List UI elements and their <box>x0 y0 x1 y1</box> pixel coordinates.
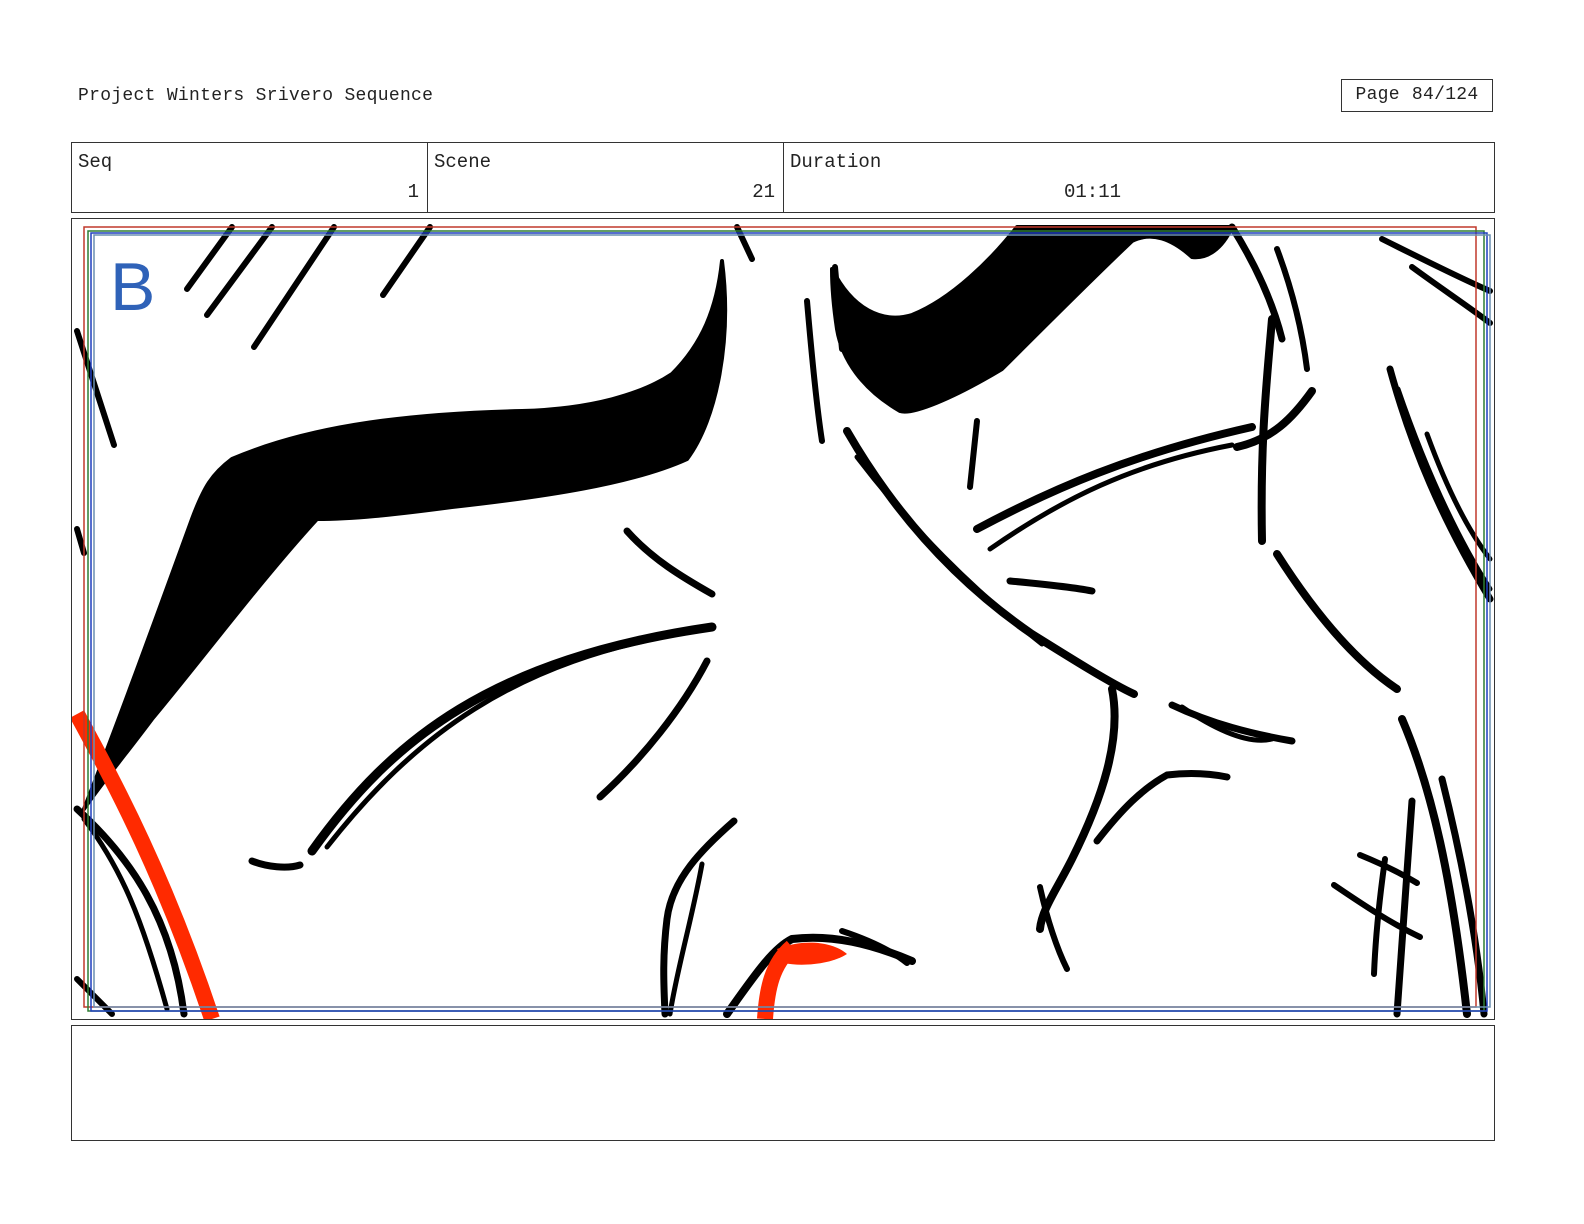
hatch-strokes <box>184 224 755 350</box>
seq-value: 1 <box>407 181 419 203</box>
seq-cell: Seq 1 <box>72 143 428 212</box>
scene-cell: Scene 21 <box>428 143 784 212</box>
red-accent-strokes <box>72 710 798 1019</box>
panel-letter: B <box>110 249 156 325</box>
duration-label: Duration <box>790 151 882 173</box>
scene-value: 21 <box>752 181 775 203</box>
notes-box[interactable] <box>71 1025 1495 1141</box>
project-title: Project Winters Srivero Sequence <box>78 86 434 106</box>
shot-info-row: Seq 1 Scene 21 Duration 01:11 <box>71 142 1495 213</box>
duration-value: 01:11 <box>1064 181 1122 203</box>
guide-frames <box>83 226 1491 1012</box>
page-number: 84/124 <box>1411 85 1479 105</box>
seq-label: Seq <box>78 151 113 173</box>
panel-sketch <box>72 223 1494 1019</box>
page-label: Page <box>1355 85 1400 105</box>
page-indicator: Page 84/124 <box>1341 79 1493 112</box>
storyboard-panel: B <box>71 218 1495 1020</box>
duration-cell: Duration 01:11 <box>784 143 1494 212</box>
scene-label: Scene <box>434 151 492 173</box>
